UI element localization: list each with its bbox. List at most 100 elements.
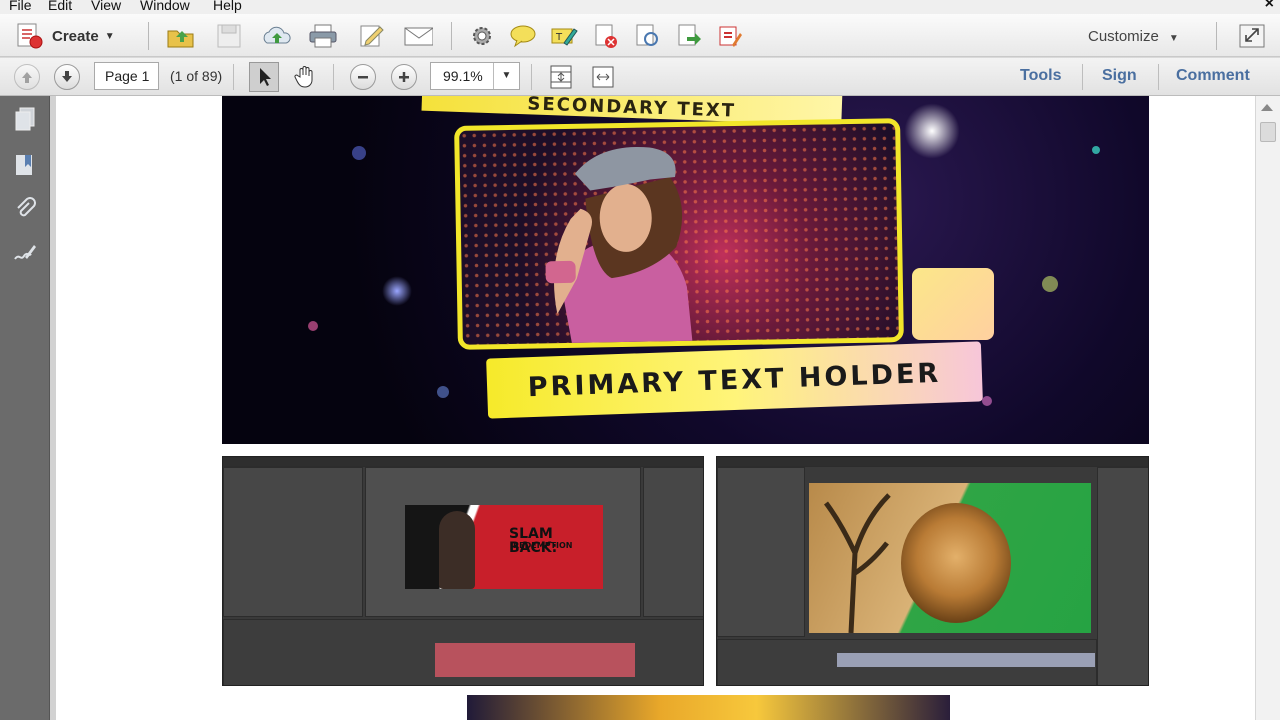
zoom-value: 99.1% xyxy=(443,68,483,84)
page-thumbnails-icon xyxy=(15,107,35,131)
scroll-up-arrow-icon[interactable] xyxy=(1261,104,1273,111)
email-button[interactable] xyxy=(403,21,433,51)
select-tool-button[interactable] xyxy=(249,62,279,92)
extract-pages-button[interactable] xyxy=(674,21,704,51)
bokeh-light xyxy=(308,321,318,331)
zoom-level-select[interactable]: 99.1% ▼ xyxy=(430,62,520,90)
menu-window[interactable]: Window xyxy=(140,0,190,12)
bokeh-light xyxy=(352,146,366,160)
next-page-button[interactable] xyxy=(54,64,80,90)
menu-file[interactable]: File xyxy=(9,0,32,12)
customize-dropdown[interactable]: Customize ▼ xyxy=(1088,28,1179,45)
fullscreen-button[interactable] xyxy=(1237,21,1267,51)
after-effects-screenshot-2 xyxy=(716,456,1149,686)
previous-page-button[interactable] xyxy=(14,64,40,90)
toolbar-divider xyxy=(148,22,149,50)
delete-page-icon xyxy=(595,24,617,48)
fit-width-icon xyxy=(592,66,614,88)
project-panel xyxy=(223,467,363,617)
app-menu-strip xyxy=(223,457,703,467)
next-page-image xyxy=(467,695,950,720)
page-number-input[interactable]: Page 1 xyxy=(94,62,159,90)
project-panel xyxy=(717,467,805,637)
create-label: Create xyxy=(52,27,99,45)
cursor-arrow-icon xyxy=(260,68,271,86)
open-folder-icon xyxy=(167,30,194,48)
paperclip-icon xyxy=(17,197,36,217)
upload-cloud-button[interactable] xyxy=(261,21,291,51)
toolbar-divider xyxy=(1082,64,1083,90)
bookmark-icon xyxy=(16,155,32,175)
chevron-down-icon: ▼ xyxy=(1168,33,1179,44)
fit-width-button[interactable] xyxy=(588,62,618,92)
close-window-button[interactable]: × xyxy=(1265,0,1274,12)
redact-icon xyxy=(719,26,742,47)
hand-icon xyxy=(294,66,313,88)
toolbar-divider xyxy=(1216,22,1217,50)
zoom-in-button[interactable] xyxy=(391,64,417,90)
rotate-pages-button[interactable] xyxy=(632,21,662,51)
menu-edit[interactable]: Edit xyxy=(48,0,72,12)
page-thumbnails-button[interactable] xyxy=(12,106,38,132)
primary-text: PRIMARY TEXT HOLDER xyxy=(527,357,942,403)
bookmarks-button[interactable] xyxy=(12,152,38,178)
main-toolbar: Create ▼ T Customize ▼ xyxy=(0,14,1280,57)
redact-button[interactable] xyxy=(715,21,745,51)
athlete-figure xyxy=(439,511,475,589)
navigation-toolbar: Page 1 (1 of 89) 99.1% ▼ Tools Sign Comm… xyxy=(0,58,1280,96)
toolbar-divider xyxy=(451,22,452,50)
cloud-upload-icon xyxy=(263,26,291,44)
vertical-scrollbar[interactable] xyxy=(1255,96,1280,720)
effects-panel xyxy=(1097,467,1148,685)
signatures-button[interactable] xyxy=(12,240,38,266)
arrow-down-icon xyxy=(62,71,72,82)
comment-button[interactable] xyxy=(508,21,538,51)
settings-button[interactable] xyxy=(467,21,497,51)
bokeh-light xyxy=(437,386,449,398)
signature-pen-icon xyxy=(14,245,36,260)
zoom-out-button[interactable] xyxy=(350,64,376,90)
secondary-text: SECONDARY TEXT xyxy=(527,96,737,122)
chevron-down-icon: ▼ xyxy=(104,30,115,42)
minus-icon xyxy=(358,76,368,79)
acrobat-window: File Edit View Window Help × Create ▼ T … xyxy=(0,0,1280,720)
navigation-pane xyxy=(0,96,50,720)
delete-pages-button[interactable] xyxy=(591,21,621,51)
app-menu-strip xyxy=(717,457,1148,467)
create-button[interactable]: Create ▼ xyxy=(14,22,115,50)
timeline-layer-bar xyxy=(435,643,635,677)
fit-page-button[interactable] xyxy=(546,62,576,92)
toolbar-divider xyxy=(1158,64,1159,90)
open-folder-button[interactable] xyxy=(166,21,196,51)
bokeh-light xyxy=(1092,146,1100,154)
model-photo xyxy=(545,147,693,349)
effects-panel xyxy=(643,467,703,617)
menu-help[interactable]: Help xyxy=(213,0,242,12)
bokeh-light xyxy=(902,101,962,161)
menu-view[interactable]: View xyxy=(91,0,121,12)
save-button[interactable] xyxy=(214,21,244,51)
bokeh-light xyxy=(1042,276,1058,292)
create-pdf-icon xyxy=(17,23,43,49)
scroll-thumb[interactable] xyxy=(1260,122,1276,142)
highlight-button[interactable]: T xyxy=(549,21,579,51)
arrow-up-icon xyxy=(22,72,32,83)
customize-label: Customize xyxy=(1088,28,1159,45)
attachments-button[interactable] xyxy=(12,196,38,222)
sign-panel-link[interactable]: Sign xyxy=(1102,67,1137,85)
page-count: (1 of 89) xyxy=(170,68,223,84)
rotate-page-icon xyxy=(636,24,658,46)
accent-square xyxy=(912,268,994,340)
bokeh-light xyxy=(982,396,992,406)
gear-icon xyxy=(473,27,491,45)
tools-panel-link[interactable]: Tools xyxy=(1020,67,1061,85)
chevron-down-icon[interactable]: ▼ xyxy=(493,63,519,89)
envelope-icon xyxy=(404,27,433,46)
hand-tool-button[interactable] xyxy=(290,62,320,92)
tree-silhouette xyxy=(823,493,891,633)
edit-document-button[interactable] xyxy=(357,21,387,51)
print-button[interactable] xyxy=(308,21,338,51)
menu-bar: File Edit View Window Help × xyxy=(0,0,1280,14)
comment-panel-link[interactable]: Comment xyxy=(1176,67,1250,85)
edit-document-icon xyxy=(360,25,384,47)
